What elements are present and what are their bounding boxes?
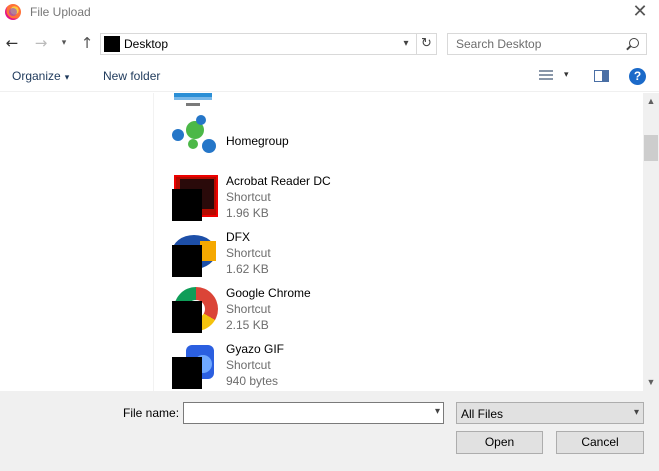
- file-name: DFX: [226, 230, 250, 244]
- chrome-icon: [172, 287, 220, 335]
- close-button[interactable]: ✕: [629, 1, 651, 23]
- file-size: 2.15 KB: [226, 318, 269, 332]
- list-item-google-chrome[interactable]: Google Chrome Shortcut 2.15 KB: [154, 285, 624, 335]
- scroll-down-arrow-icon[interactable]: ▼: [643, 374, 659, 391]
- file-name-panel: File name: ▾ All Files ▾ Open Cancel: [0, 391, 659, 471]
- refresh-button[interactable]: ↻: [416, 34, 436, 54]
- preview-pane-icon[interactable]: [594, 70, 609, 82]
- chevron-down-icon[interactable]: ▾: [435, 406, 440, 417]
- list-item-homegroup[interactable]: Homegroup: [154, 115, 624, 157]
- scroll-up-arrow-icon[interactable]: ▲: [643, 93, 659, 110]
- open-button[interactable]: Open: [456, 431, 543, 454]
- search-icon[interactable]: [629, 38, 639, 48]
- file-size: 1.96 KB: [226, 206, 269, 220]
- change-view-icon[interactable]: [539, 70, 553, 82]
- scrollbar-thumb[interactable]: [644, 135, 658, 161]
- navigation-pane[interactable]: [0, 93, 153, 391]
- file-type: Shortcut: [226, 190, 271, 204]
- cancel-button[interactable]: Cancel: [556, 431, 644, 454]
- search-placeholder: Search Desktop: [456, 37, 542, 51]
- homegroup-icon: [172, 115, 222, 157]
- list-item-gyazo-gif[interactable]: Gyazo GIF Shortcut 940 bytes: [154, 341, 624, 391]
- address-path: Desktop: [124, 37, 169, 51]
- file-name: Google Chrome: [226, 286, 311, 300]
- window-title: File Upload: [30, 5, 91, 19]
- search-input[interactable]: Search Desktop: [447, 33, 647, 55]
- view-options-chevron-icon[interactable]: ▾: [564, 69, 569, 80]
- acrobat-icon: [172, 173, 218, 221]
- file-name: Acrobat Reader DC: [226, 174, 331, 188]
- back-button[interactable]: ←: [3, 33, 21, 53]
- up-button[interactable]: ↑: [78, 33, 96, 53]
- address-dropdown-button[interactable]: ▾: [398, 34, 414, 54]
- file-list[interactable]: Homegroup Acrobat Reader DC Shortcut 1.9…: [153, 93, 643, 391]
- firefox-icon: [5, 4, 21, 20]
- dfx-icon: [172, 231, 220, 279]
- file-name: Gyazo GIF: [226, 342, 285, 356]
- file-type: Shortcut: [226, 246, 271, 260]
- gyazo-icon: [172, 343, 220, 391]
- file-type-selected: All Files: [461, 407, 504, 421]
- file-size: 940 bytes: [226, 374, 279, 388]
- file-size: 1.62 KB: [226, 262, 269, 276]
- new-folder-button[interactable]: New folder: [103, 69, 160, 83]
- list-item-dfx[interactable]: DFX Shortcut 1.62 KB: [154, 229, 624, 279]
- file-type: Shortcut: [226, 358, 271, 372]
- forward-button[interactable]: →: [32, 33, 50, 53]
- file-type-select[interactable]: All Files ▾: [456, 402, 644, 424]
- organize-button[interactable]: Organize ▾: [12, 69, 69, 83]
- vertical-scrollbar[interactable]: ▲ ▼: [643, 93, 659, 391]
- address-bar[interactable]: Desktop ▾ ↻: [100, 33, 437, 55]
- list-item[interactable]: [154, 93, 624, 107]
- chevron-down-icon: ▾: [633, 407, 639, 418]
- recent-locations-button[interactable]: ▾: [57, 33, 71, 53]
- organize-label: Organize: [12, 69, 61, 83]
- computer-icon: [174, 93, 212, 106]
- file-name: Homegroup: [226, 134, 289, 148]
- list-item-acrobat[interactable]: Acrobat Reader DC Shortcut 1.96 KB: [154, 173, 624, 223]
- navigation-bar: ← → ▾ ↑ Desktop ▾ ↻ Search Desktop: [0, 30, 659, 58]
- file-name-input[interactable]: ▾: [183, 402, 444, 424]
- file-type: Shortcut: [226, 302, 271, 316]
- desktop-folder-icon: [104, 36, 120, 52]
- help-icon[interactable]: ?: [629, 68, 646, 85]
- title-bar: File Upload ✕: [0, 0, 659, 26]
- chevron-down-icon: ▾: [64, 72, 70, 82]
- file-name-label: File name:: [123, 406, 180, 420]
- command-toolbar: Organize ▾ New folder ▾ ?: [0, 62, 659, 92]
